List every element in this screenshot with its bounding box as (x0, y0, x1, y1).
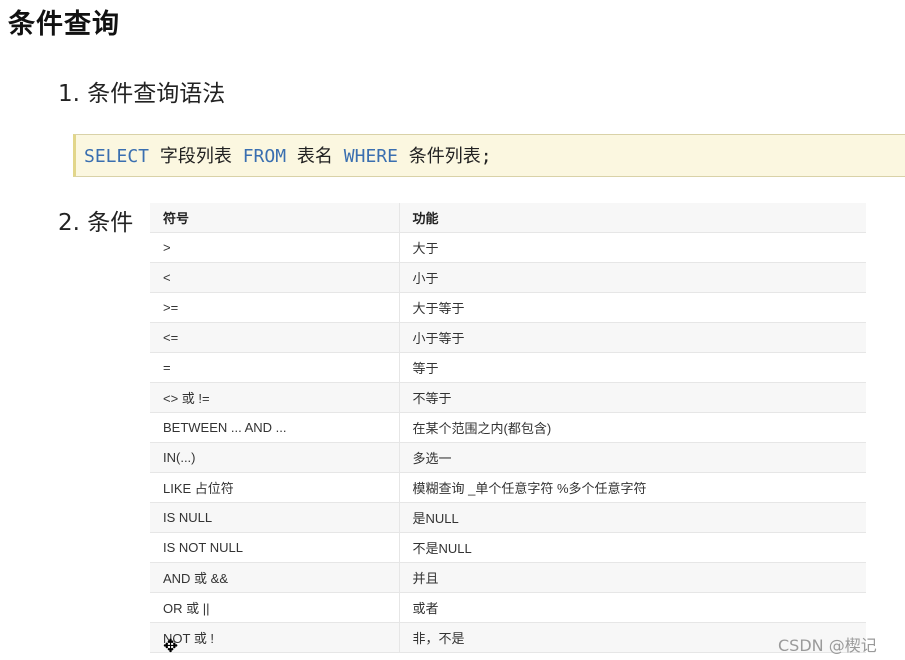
table-row: IN(...) 多选一 (150, 442, 866, 473)
table-cell-function: 模糊查询 _单个任意字符 %多个任意字符 (398, 472, 866, 503)
page-title: 条件查询 (8, 9, 120, 40)
table-cell-symbol: >= (150, 292, 399, 323)
table-cell-function: 小于等于 (398, 322, 866, 353)
code-keyword-from: FROM (242, 146, 287, 167)
table-cell-symbol: IS NOT NULL (150, 532, 399, 563)
table-cell-symbol: NOT 或 ! (150, 622, 399, 653)
table-cell-symbol: <> 或 != (150, 382, 399, 413)
code-keyword-select: SELECT (84, 146, 150, 167)
table-cell-symbol: AND 或 && (150, 562, 399, 593)
table-cell-function: 在某个范围之内(都包含) (398, 412, 866, 443)
code-text-fields: 字段列表 (159, 146, 232, 167)
table-cell-function: 多选一 (398, 442, 866, 473)
section-heading-conditions: 2. 条件 (58, 210, 134, 236)
table-cell-symbol: < (150, 262, 399, 293)
table-cell-symbol: BETWEEN ... AND ... (150, 412, 399, 443)
table-cell-symbol: <= (150, 322, 399, 353)
table-row: IS NOT NULL 不是NULL (150, 532, 866, 563)
conditions-table: 符号 功能 > 大于 < 小于 >= 大于等于 <= 小于等于 = 等于 <> 或 != 不等于 BET… (150, 203, 866, 653)
table-row: >= 大于等于 (150, 292, 866, 323)
table-cell-function: 等于 (398, 352, 866, 383)
table-row: OR 或 || 或者 (150, 592, 866, 623)
code-keyword-where: WHERE (343, 146, 398, 167)
table-row: > 大于 (150, 232, 866, 263)
code-text-conditions: 条件列表; (408, 146, 492, 167)
table-cell-function: 并且 (398, 562, 866, 593)
code-text-table: 表名 (296, 146, 333, 167)
table-cell-function: 不是NULL (398, 532, 866, 563)
table-row: LIKE 占位符 模糊查询 _单个任意字符 %多个任意字符 (150, 472, 866, 503)
table-cell-symbol: OR 或 || (150, 592, 399, 623)
table-row: BETWEEN ... AND ... 在某个范围之内(都包含) (150, 412, 866, 443)
table-cell-function: 大于等于 (398, 292, 866, 323)
table-body: > 大于 < 小于 >= 大于等于 <= 小于等于 = 等于 <> 或 != 不等于 BETWEEN .… (150, 232, 866, 653)
table-cell-symbol: = (150, 352, 399, 383)
table-cell-function: 是NULL (398, 502, 866, 533)
table-row: AND 或 && 并且 (150, 562, 866, 593)
table-row: < 小于 (150, 262, 866, 293)
table-row: <= 小于等于 (150, 322, 866, 353)
code-block: SELECT 字段列表 FROM 表名 WHERE 条件列表; (73, 134, 905, 177)
table-header-symbol: 符号 (150, 203, 399, 233)
table-cell-symbol: LIKE 占位符 (150, 472, 399, 503)
table-cell-function: 或者 (398, 592, 866, 623)
table-row: <> 或 != 不等于 (150, 382, 866, 413)
table-header-row: 符号 功能 (150, 203, 866, 233)
table-row: NOT 或 ! 非，不是 (150, 622, 866, 653)
table-cell-function: 不等于 (398, 382, 866, 413)
table-cell-symbol: IS NULL (150, 502, 399, 533)
move-cursor-icon: ✥ (163, 636, 179, 657)
table-cell-symbol: IN(...) (150, 442, 399, 473)
table-cell-symbol: > (150, 232, 399, 263)
table-row: IS NULL 是NULL (150, 502, 866, 533)
table-row: = 等于 (150, 352, 866, 383)
table-cell-function: 小于 (398, 262, 866, 293)
table-cell-function: 大于 (398, 232, 866, 263)
table-header-function: 功能 (398, 203, 866, 233)
section-heading-syntax: 1. 条件查询语法 (58, 81, 226, 107)
csdn-watermark: CSDN @楔记 (778, 636, 877, 655)
